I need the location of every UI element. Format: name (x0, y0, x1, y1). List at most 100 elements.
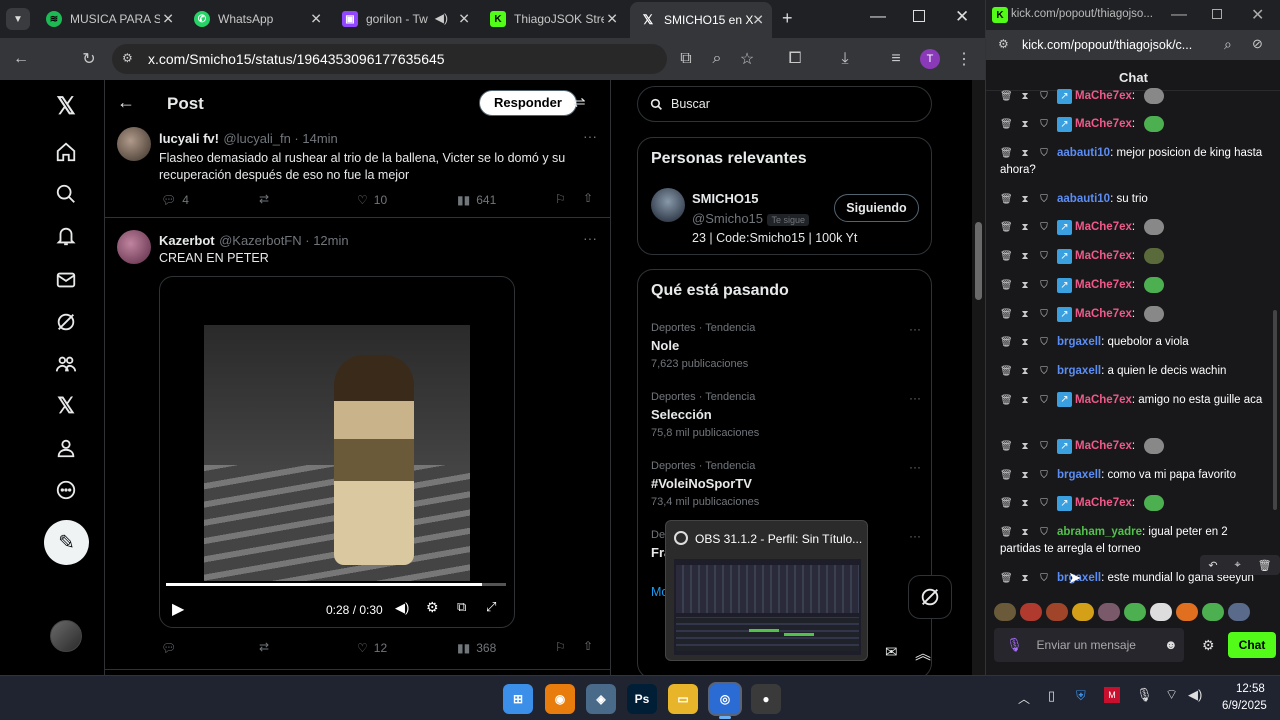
reply-action[interactable]: 💬︎ 4 (161, 193, 189, 207)
tab-whatsapp[interactable]: ✆ WhatsApp ✕ (184, 4, 330, 34)
chat-message[interactable]: 🗑︎ ⧗ ⛉ ↗ MaChe7ex: (986, 438, 1266, 455)
chat-input[interactable]: 🎙︎ Enviar un mensaje ☻ (994, 628, 1184, 662)
chat-username[interactable]: MaChe7ex (1075, 394, 1132, 406)
delete-message-icon[interactable]: 🗑︎ (1000, 145, 1013, 162)
mod-shield-icon[interactable]: ⛉ (1038, 495, 1050, 512)
grok-floating-button[interactable] (908, 575, 952, 619)
chat-username[interactable]: MaChe7ex (1075, 279, 1132, 291)
mod-shield-icon[interactable]: ⛉ (1038, 524, 1050, 541)
chat-message[interactable]: 🗑︎ ⧗ ⛉ brgaxell: a quien le decis wachin (986, 363, 1266, 380)
chat-username[interactable]: brgaxell (1057, 336, 1101, 348)
chat-username[interactable]: MaChe7ex (1075, 497, 1132, 509)
chat-username[interactable]: aabauti10 (1057, 147, 1110, 159)
reload-icon[interactable]: ↻ (78, 48, 100, 70)
profile-icon[interactable] (52, 434, 80, 462)
close-tab-icon[interactable]: ✕ (310, 11, 322, 28)
extensions-icon[interactable]: ⧠ (784, 48, 806, 70)
wifi-icon[interactable]: ⌔ (1165, 686, 1178, 704)
chat-message[interactable]: 🗑︎ ⧗ ⛉ brgaxell: quebolor a viola (986, 334, 1266, 351)
bookmark-star-icon[interactable]: ☆ (736, 48, 758, 70)
mod-shield-icon[interactable]: ⛉ (1038, 570, 1050, 587)
chat-message[interactable]: 🗑︎ ⧗ ⛉ ↗ MaChe7ex: (986, 277, 1266, 294)
avatar[interactable] (117, 230, 151, 264)
cast-icon[interactable]: ⧉ (675, 48, 697, 70)
chrome-icon[interactable]: ◎ (710, 684, 740, 714)
emote-shortcut[interactable] (1098, 603, 1120, 621)
chat-username[interactable]: MaChe7ex (1075, 440, 1132, 452)
chat-message[interactable]: 🗑︎ ⧗ ⛉ ↗ MaChe7ex: (986, 248, 1266, 265)
microphone-tray-icon[interactable]: 🎙︎ (1136, 687, 1153, 703)
search-box[interactable]: Buscar (637, 86, 932, 122)
chat-username[interactable]: MaChe7ex (1075, 90, 1132, 102)
emote-shortcut[interactable] (1046, 603, 1068, 621)
timeout-icon[interactable]: ⧗ (1019, 277, 1031, 294)
delete-message-icon[interactable]: 🗑︎ (1000, 248, 1013, 265)
address-bar[interactable]: ⚙ x.com/Smicho15/status/1964353096177635… (112, 44, 667, 74)
back-arrow-icon[interactable]: ← (117, 92, 135, 113)
chat-username[interactable]: abraham_yadre (1057, 526, 1142, 538)
delete-message-icon[interactable]: 🗑︎ (1000, 306, 1013, 323)
defender-icon[interactable]: ⛨ (1076, 688, 1086, 704)
delete-icon[interactable]: 🗑︎ (1258, 559, 1272, 572)
like-action[interactable]: ♡ 10 (357, 193, 387, 207)
fullscreen-icon[interactable]: ⤢ (486, 599, 496, 615)
delete-message-icon[interactable]: 🗑︎ (1000, 570, 1013, 587)
timeout-icon[interactable]: ⧗ (1019, 363, 1031, 380)
obs-thumbnail-popup[interactable]: OBS 31.1.2 - Perfil: Sin Título... (665, 520, 868, 661)
expand-drawer-icon[interactable]: ︽ (915, 640, 931, 664)
windows-start-icon[interactable]: ⊞ (503, 684, 533, 714)
site-info-icon[interactable]: ⚙ (122, 51, 133, 65)
emote-shortcut[interactable] (1072, 603, 1094, 621)
timeout-icon[interactable]: ⧗ (1019, 467, 1031, 484)
timeout-icon[interactable]: ⧗ (1019, 248, 1031, 265)
delete-message-icon[interactable]: 🗑︎ (1000, 495, 1013, 512)
reply-icon[interactable]: ↶ (1208, 559, 1217, 572)
davinci-icon[interactable]: ◈ (586, 684, 616, 714)
delete-message-icon[interactable]: 🗑︎ (1000, 116, 1013, 133)
eye-off-icon[interactable]: ⊘ (1252, 36, 1263, 52)
emote-shortcut[interactable] (1124, 603, 1146, 621)
app-tray-icon[interactable]: M (1104, 687, 1120, 703)
mod-shield-icon[interactable]: ⛉ (1038, 306, 1050, 323)
downloads-icon[interactable]: ⤓ (834, 48, 856, 70)
tab-spotify[interactable]: ≋ MUSICA PARA S ✕ (36, 4, 182, 34)
messages-icon[interactable] (52, 266, 80, 294)
trend-item[interactable]: Deportes · Tendencia Nole 7,623 publicac… (651, 322, 921, 370)
mod-shield-icon[interactable]: ⛉ (1038, 392, 1050, 409)
timeout-icon[interactable]: ⧗ (1019, 145, 1031, 162)
timeout-icon[interactable]: ⧗ (1019, 495, 1031, 512)
avatar[interactable] (117, 127, 151, 161)
delete-message-icon[interactable]: 🗑︎ (1000, 392, 1013, 409)
tweet-more-icon[interactable]: ··· (583, 230, 597, 246)
avatar[interactable] (651, 188, 685, 222)
chat-message[interactable]: 🗑︎ ⧗ ⛉ ↗ MaChe7ex: (986, 88, 1266, 105)
delete-message-icon[interactable]: 🗑︎ (1000, 524, 1013, 541)
premium-x-icon[interactable]: 𝕏 (52, 392, 80, 420)
file-explorer-icon[interactable]: ▭ (668, 684, 698, 714)
tweet-author-name[interactable]: lucyali fv! (159, 131, 219, 146)
x-logo-icon[interactable]: 𝕏 (52, 92, 80, 120)
chat-message[interactable]: 🗑︎ ⧗ ⛉ ↗ MaChe7ex: amigo no esta guille aca (986, 392, 1266, 409)
close-tab-icon[interactable]: ✕ (606, 11, 618, 28)
relevant-name[interactable]: SMICHO15 (692, 191, 758, 206)
close-tab-icon[interactable]: ✕ (458, 11, 470, 28)
delete-message-icon[interactable]: 🗑︎ (1000, 467, 1013, 484)
chat-message[interactable]: 🗑︎ ⧗ ⛉ ↗ MaChe7ex: (986, 116, 1266, 133)
timeout-icon[interactable]: ⧗ (1019, 524, 1031, 541)
photoshop-icon[interactable]: Ps (627, 684, 657, 714)
more-options-icon[interactable] (52, 476, 80, 504)
mod-shield-icon[interactable]: ⛉ (1038, 116, 1050, 133)
new-tab-button[interactable]: + (782, 8, 793, 29)
chat-username[interactable]: brgaxell (1057, 469, 1101, 481)
usb-icon[interactable]: ▯ (1048, 688, 1055, 704)
blender-icon[interactable]: ◉ (545, 684, 575, 714)
following-button[interactable]: Siguiendo (834, 194, 919, 222)
close-window-button[interactable]: ✕ (1251, 5, 1264, 25)
emote-shortcut[interactable] (1150, 603, 1172, 621)
messages-drawer-icon[interactable]: ✉ (885, 643, 898, 661)
timeout-icon[interactable]: ⧗ (1019, 116, 1031, 133)
mod-shield-icon[interactable]: ⛉ (1038, 363, 1050, 380)
emoji-icon[interactable]: ☻ (1164, 637, 1178, 652)
pin-icon[interactable]: ⌖ (1235, 559, 1241, 572)
views-action[interactable]: ▮▮ 641 (457, 193, 496, 207)
